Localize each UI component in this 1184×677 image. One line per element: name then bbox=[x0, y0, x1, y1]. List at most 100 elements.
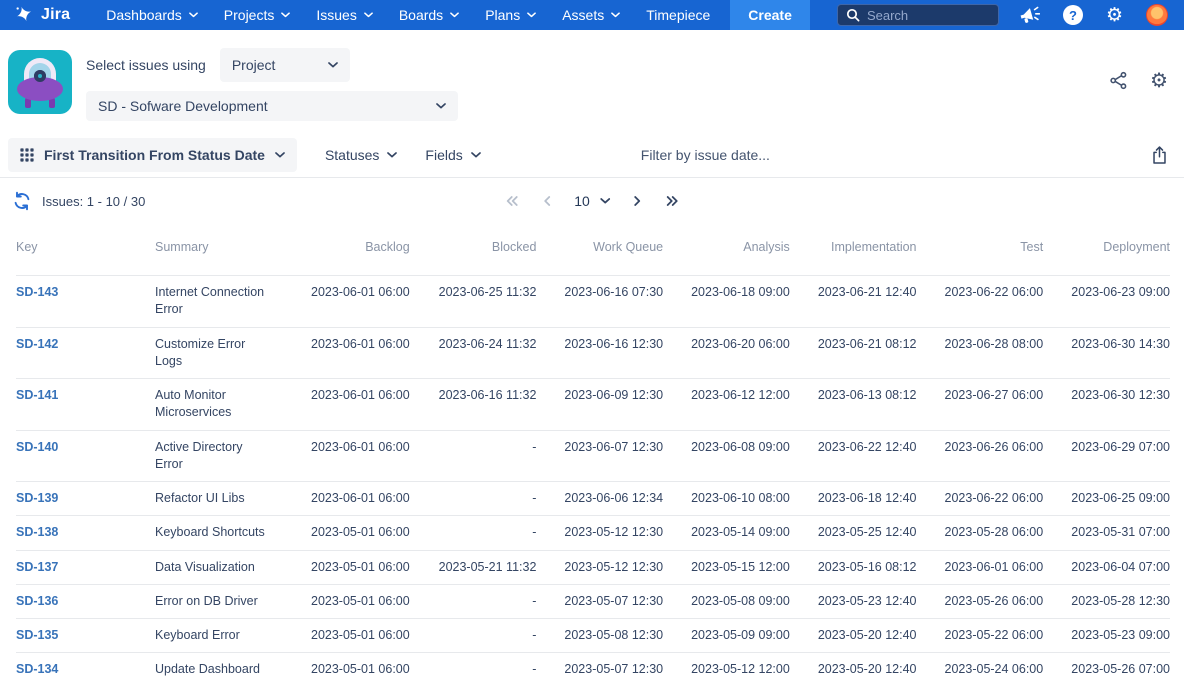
last-page-button[interactable] bbox=[664, 194, 680, 208]
select-issues-label: Select issues using bbox=[86, 57, 206, 73]
view-selector[interactable]: First Transition From Status Date bbox=[8, 138, 297, 172]
report-toolbar: First Transition From Status Date Status… bbox=[0, 133, 1184, 177]
date-cell-work-queue: 2023-06-07 12:30 bbox=[536, 430, 664, 482]
issue-date-filter-input[interactable] bbox=[640, 147, 1151, 163]
date-cell-analysis: 2023-06-10 08:00 bbox=[663, 481, 790, 517]
date-cell-implementation: 2023-05-23 12:40 bbox=[789, 584, 917, 620]
key-cell: SD-137 bbox=[16, 550, 155, 585]
date-cell-deployment: 2023-05-23 09:00 bbox=[1043, 618, 1170, 654]
nav-item-label: Issues bbox=[316, 7, 357, 23]
column-header-blocked: Blocked bbox=[409, 224, 537, 276]
key-cell: SD-143 bbox=[16, 275, 155, 328]
date-cell-blocked: - bbox=[409, 584, 537, 620]
summary-cell: Data Visualization bbox=[155, 550, 283, 585]
date-cell-work-queue: 2023-05-07 12:30 bbox=[536, 652, 664, 677]
key-cell: SD-136 bbox=[16, 584, 155, 620]
nav-item-projects[interactable]: Projects bbox=[224, 7, 291, 23]
refresh-button[interactable] bbox=[12, 191, 32, 211]
announcements-button[interactable] bbox=[1019, 5, 1040, 25]
key-cell: SD-134 bbox=[16, 652, 155, 677]
issue-key-link[interactable]: SD-134 bbox=[16, 662, 58, 676]
issue-key-link[interactable]: SD-143 bbox=[16, 285, 58, 299]
date-cell-deployment: 2023-06-30 14:30 bbox=[1043, 327, 1170, 379]
nav-search[interactable] bbox=[836, 4, 999, 26]
nav-item-timepiece[interactable]: Timepiece bbox=[646, 7, 710, 23]
statuses-filter-button[interactable]: Statuses bbox=[324, 147, 398, 163]
first-page-button[interactable] bbox=[504, 194, 520, 208]
statuses-label: Statuses bbox=[324, 147, 380, 163]
megaphone-icon bbox=[1019, 5, 1040, 25]
summary-cell: Error on DB Driver bbox=[155, 584, 283, 620]
chevron-down-icon bbox=[527, 12, 537, 18]
page-size-value: 10 bbox=[574, 193, 590, 209]
issue-key-link[interactable]: SD-139 bbox=[16, 491, 58, 505]
column-header-implementation: Implementation bbox=[789, 224, 917, 276]
help-button[interactable]: ? bbox=[1062, 5, 1083, 25]
issue-key-link[interactable]: SD-137 bbox=[16, 560, 58, 574]
nav-icon-group: ? ⚙ bbox=[1019, 4, 1184, 26]
issue-source-mode-select[interactable]: Project bbox=[219, 48, 350, 82]
fields-label: Fields bbox=[425, 147, 463, 163]
export-icon bbox=[1151, 145, 1168, 165]
date-cell-test: 2023-05-26 06:00 bbox=[916, 584, 1044, 620]
key-cell: SD-141 bbox=[16, 378, 155, 431]
jira-logo[interactable]: Jira bbox=[14, 5, 70, 25]
report-settings-button[interactable]: ⚙ bbox=[1150, 70, 1168, 90]
date-cell-backlog: 2023-05-01 06:00 bbox=[283, 652, 410, 677]
date-cell-deployment: 2023-06-23 09:00 bbox=[1043, 275, 1170, 328]
nav-item-boards[interactable]: Boards bbox=[399, 7, 460, 23]
date-cell-deployment: 2023-05-28 12:30 bbox=[1043, 584, 1170, 620]
date-cell-implementation: 2023-05-20 12:40 bbox=[789, 652, 917, 677]
settings-button[interactable]: ⚙ bbox=[1106, 5, 1123, 25]
search-icon bbox=[846, 8, 860, 22]
date-cell-backlog: 2023-06-01 06:00 bbox=[283, 481, 410, 517]
page-size-select[interactable]: 10 bbox=[574, 193, 610, 209]
pager-controls: 10 bbox=[504, 193, 680, 209]
nav-item-issues[interactable]: Issues bbox=[316, 7, 373, 23]
date-cell-work-queue: 2023-06-16 07:30 bbox=[536, 275, 664, 328]
share-button[interactable] bbox=[1109, 71, 1128, 90]
profile-button[interactable] bbox=[1146, 4, 1168, 26]
date-cell-blocked: 2023-05-21 11:32 bbox=[409, 550, 537, 585]
pagination-bar: Issues: 1 - 10 / 30 10 bbox=[0, 178, 1184, 224]
issue-key-link[interactable]: SD-136 bbox=[16, 594, 58, 608]
create-button[interactable]: Create bbox=[730, 0, 810, 30]
date-cell-blocked: - bbox=[409, 618, 537, 654]
nav-item-label: Plans bbox=[485, 7, 521, 23]
issue-key-link[interactable]: SD-135 bbox=[16, 628, 58, 642]
table-row: SD-137 Data Visualization 2023-05-01 06:00… bbox=[16, 550, 1170, 585]
date-cell-deployment: 2023-06-29 07:00 bbox=[1043, 430, 1170, 482]
date-cell-analysis: 2023-06-12 12:00 bbox=[663, 378, 790, 431]
nav-item-dashboards[interactable]: Dashboards bbox=[106, 7, 198, 23]
issue-key-link[interactable]: SD-141 bbox=[16, 388, 58, 402]
export-button[interactable] bbox=[1151, 145, 1168, 165]
date-cell-test: 2023-05-22 06:00 bbox=[916, 618, 1044, 654]
nav-item-plans[interactable]: Plans bbox=[485, 7, 537, 23]
brand-name: Jira bbox=[41, 6, 71, 23]
search-input[interactable] bbox=[866, 7, 990, 23]
nav-menu: Dashboards Projects Issues Boards Plans Asset… bbox=[106, 7, 621, 23]
column-header-summary: Summary bbox=[155, 224, 283, 276]
date-cell-deployment: 2023-05-26 07:00 bbox=[1043, 652, 1170, 677]
next-page-button[interactable] bbox=[631, 194, 643, 208]
column-header-analysis: Analysis bbox=[663, 224, 790, 276]
date-cell-implementation: 2023-05-20 12:40 bbox=[789, 618, 917, 654]
date-cell-blocked: - bbox=[409, 652, 537, 677]
date-cell-test: 2023-06-28 08:00 bbox=[916, 327, 1044, 379]
issue-source-mode-value: Project bbox=[231, 57, 276, 73]
date-cell-analysis: 2023-05-14 09:00 bbox=[663, 515, 790, 551]
chevron-down-icon bbox=[188, 12, 198, 18]
previous-page-button[interactable] bbox=[541, 194, 553, 208]
fields-filter-button[interactable]: Fields bbox=[425, 147, 481, 163]
project-select[interactable]: SD - Sofware Development bbox=[86, 91, 458, 121]
key-cell: SD-135 bbox=[16, 618, 155, 654]
table-row: SD-135 Keyboard Error 2023-05-01 06:00-202… bbox=[16, 618, 1170, 654]
nav-item-assets[interactable]: Assets bbox=[562, 7, 621, 23]
issue-key-link[interactable]: SD-138 bbox=[16, 525, 58, 539]
issue-key-link[interactable]: SD-140 bbox=[16, 440, 58, 454]
date-cell-deployment: 2023-06-04 07:00 bbox=[1043, 550, 1170, 585]
chevron-down-icon bbox=[275, 152, 285, 158]
date-cell-analysis: 2023-05-15 12:00 bbox=[663, 550, 790, 585]
issue-key-link[interactable]: SD-142 bbox=[16, 337, 58, 351]
chevron-down-icon bbox=[327, 62, 338, 68]
